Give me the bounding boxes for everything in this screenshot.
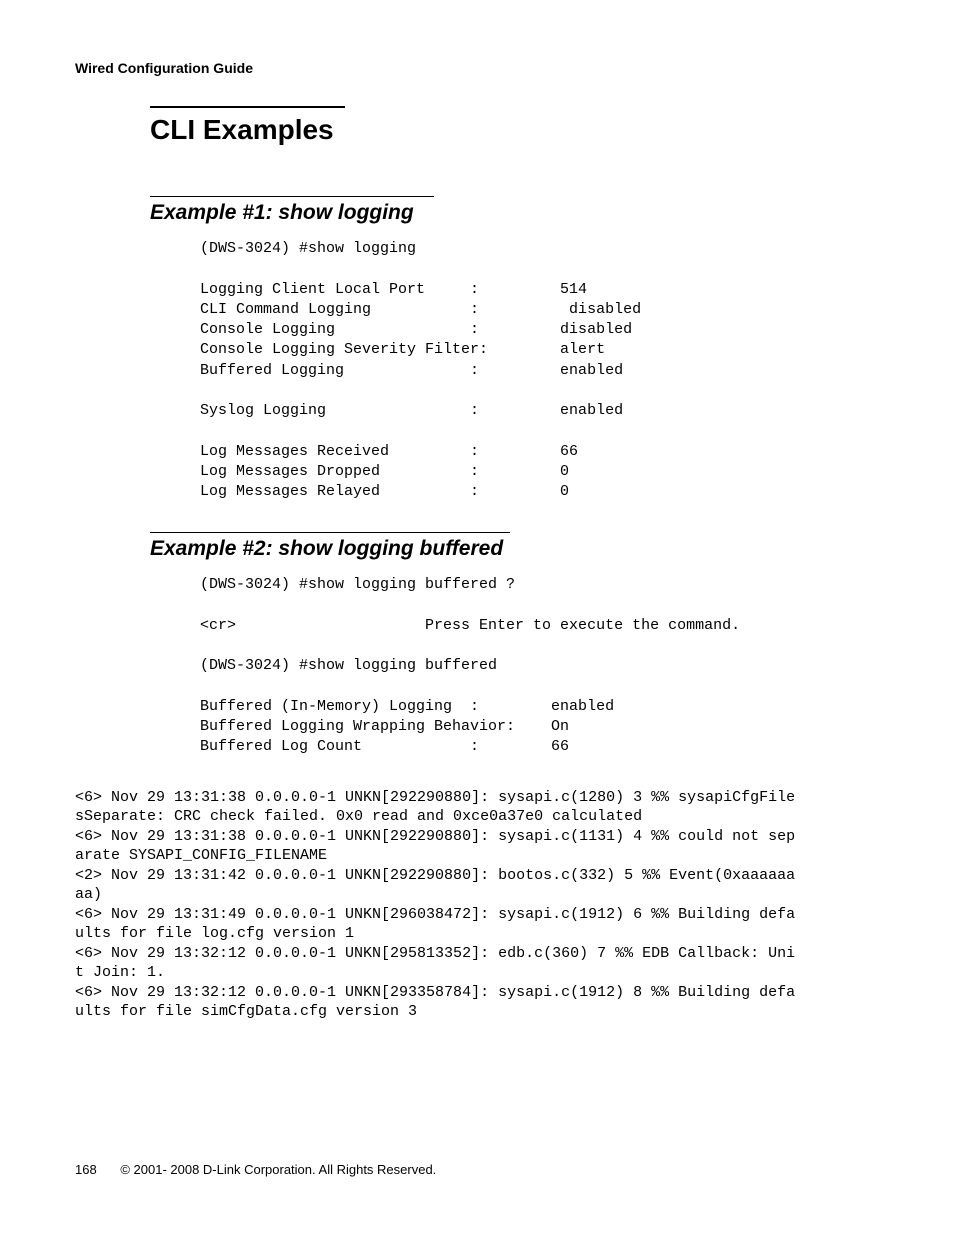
example-2-heading: Example #2: show logging buffered — [150, 537, 879, 561]
chapter-rule — [150, 106, 345, 108]
chapter-heading: CLI Examples — [150, 114, 879, 146]
running-header: Wired Configuration Guide — [75, 60, 879, 76]
example-2-content: (DWS-3024) #show logging buffered ? <cr>… — [200, 575, 879, 757]
copyright-text: © 2001- 2008 D-Link Corporation. All Rig… — [120, 1162, 436, 1177]
section-rule-2 — [150, 532, 510, 533]
section-rule-1 — [150, 196, 434, 197]
example-1-heading: Example #1: show logging — [150, 201, 879, 225]
log-output: <6> Nov 29 13:31:38 0.0.0.0-1 UNKN[29229… — [75, 788, 879, 1022]
example-1-content: (DWS-3024) #show logging Logging Client … — [200, 239, 879, 502]
page-number: 168 — [75, 1162, 97, 1177]
document-page: Wired Configuration Guide CLI Examples E… — [0, 0, 954, 1062]
page-footer: 168 © 2001- 2008 D-Link Corporation. All… — [75, 1162, 436, 1177]
